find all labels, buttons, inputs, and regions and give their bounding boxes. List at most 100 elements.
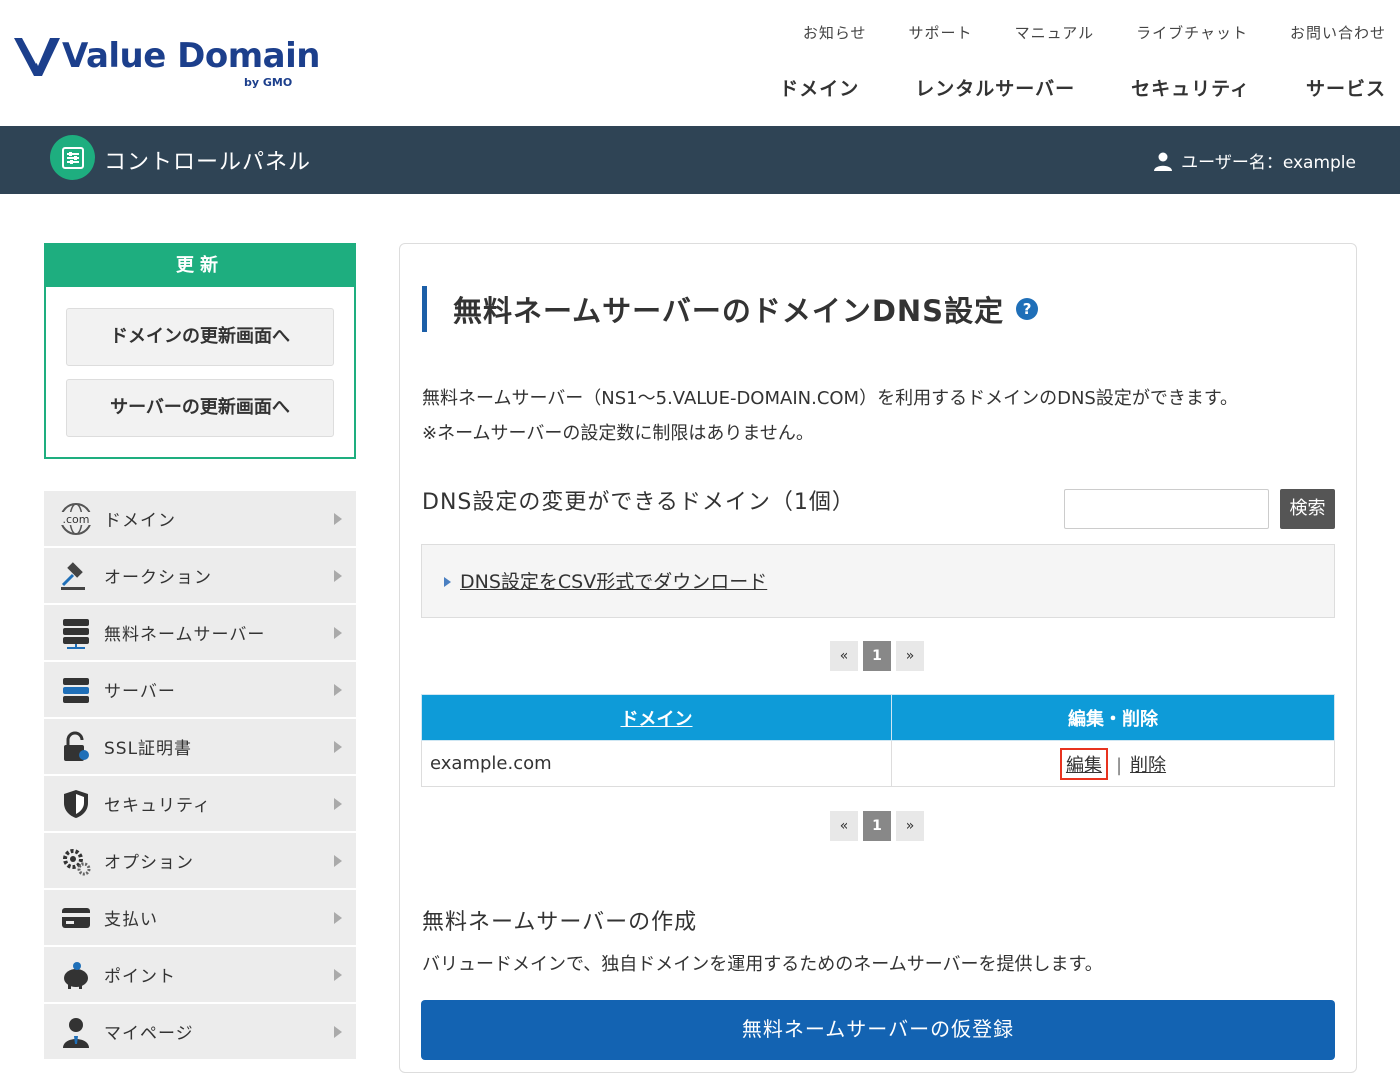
pagination-bottom: « 1 » — [830, 811, 929, 841]
sidebar-item-label: ドメイン — [104, 511, 176, 531]
page-title-area: 無料ネームサーバーのドメインDNS設定 ? — [422, 286, 1039, 332]
sidebar-item-domain[interactable]: .com ドメイン — [44, 491, 356, 548]
chevron-right-icon — [334, 798, 342, 810]
util-nav-livechat[interactable]: ライブチャット — [1136, 22, 1248, 43]
sidebar-item-point[interactable]: ポイント — [44, 947, 356, 1004]
separator: | — [1115, 754, 1123, 776]
sidebar-item-auction[interactable]: オークション — [44, 548, 356, 605]
util-nav-news[interactable]: お知らせ — [803, 22, 867, 43]
sidebar-menu: .com ドメイン オークション 無料ネームサーバー サーバー SSL証明書 セ… — [44, 491, 356, 1061]
domain-renew-button[interactable]: ドメインの更新画面へ — [66, 308, 334, 366]
pager-current[interactable]: 1 — [863, 811, 891, 841]
main-nav-rental-server[interactable]: レンタルサーバー — [915, 74, 1075, 101]
piggy-bank-icon — [56, 955, 96, 995]
domain-com-icon: .com — [56, 499, 96, 539]
server-renew-button[interactable]: サーバーの更新画面へ — [66, 379, 334, 437]
search-button[interactable]: 検索 — [1280, 489, 1335, 529]
sidebar-item-label: サーバー — [104, 682, 176, 702]
control-panel-bar: コントロールパネル ユーザー名：example — [0, 126, 1400, 194]
sidebar-item-mypage[interactable]: マイページ — [44, 1004, 356, 1061]
pager-next[interactable]: » — [896, 641, 924, 671]
chevron-right-icon — [334, 912, 342, 924]
gavel-icon — [56, 556, 96, 596]
help-icon[interactable]: ? — [1016, 298, 1039, 320]
util-nav-support[interactable]: サポート — [909, 22, 973, 43]
shield-icon — [56, 784, 96, 824]
chevron-right-icon — [334, 969, 342, 981]
table-row: example.com 編集 | 削除 — [421, 740, 1335, 787]
value-domain-logo-icon — [14, 38, 60, 76]
chevron-right-icon — [334, 855, 342, 867]
main-panel: 無料ネームサーバーのドメインDNS設定 ? 無料ネームサーバー（NS1〜5.VA… — [399, 243, 1357, 1073]
sidebar-item-label: ポイント — [104, 967, 176, 987]
main-nav: ドメイン レンタルサーバー セキュリティ サービス — [723, 74, 1386, 101]
create-nameserver-desc: バリュードメインで、独自ドメインを運用するためのネームサーバーを提供します。 — [422, 954, 1103, 975]
chevron-right-icon — [334, 627, 342, 639]
user-icon — [1154, 152, 1173, 171]
triangle-right-icon — [444, 577, 451, 587]
create-nameserver-title: 無料ネームサーバーの作成 — [422, 910, 698, 935]
pager-prev[interactable]: « — [830, 641, 858, 671]
page-description: 無料ネームサーバー（NS1〜5.VALUE-DOMAIN.COM）を利用するドメ… — [422, 388, 1239, 409]
page-title: 無料ネームサーバーのドメインDNS設定 — [453, 294, 1005, 328]
sidebar-item-security[interactable]: セキュリティ — [44, 776, 356, 833]
pager-next[interactable]: » — [896, 811, 924, 841]
sidebar-item-label: SSL証明書 — [104, 739, 193, 759]
sidebar-item-label: 支払い — [104, 910, 158, 930]
sidebar-item-ssl[interactable]: SSL証明書 — [44, 719, 356, 776]
pager-prev[interactable]: « — [830, 811, 858, 841]
main-nav-domain[interactable]: ドメイン — [779, 74, 859, 101]
domain-table: ドメイン 編集・削除 example.com 編集 | 削除 — [421, 694, 1335, 787]
util-nav-manual[interactable]: マニュアル — [1015, 22, 1095, 43]
server-icon — [56, 670, 96, 710]
control-panel-title[interactable]: コントロールパネル — [104, 144, 311, 176]
search-input[interactable] — [1064, 489, 1269, 529]
sidebar-item-option[interactable]: オプション — [44, 833, 356, 890]
brand-name: Value Domain — [62, 36, 320, 76]
delete-link[interactable]: 削除 — [1130, 755, 1166, 776]
sidebar-item-free-nameserver[interactable]: 無料ネームサーバー — [44, 605, 356, 662]
sidebar-item-label: マイページ — [104, 1024, 194, 1044]
util-nav-contact[interactable]: お問い合わせ — [1290, 22, 1386, 43]
sidebar-item-label: オプション — [104, 853, 194, 873]
chevron-right-icon — [334, 684, 342, 696]
domain-cell: example.com — [421, 740, 892, 787]
ssl-lock-icon — [56, 727, 96, 767]
gear-icon — [56, 841, 96, 881]
chevron-right-icon — [334, 1026, 342, 1038]
site-header: Value Domain by GMO お知らせ サポート マニュアル ライブチ… — [0, 0, 1400, 126]
sidebar-item-payment[interactable]: 支払い — [44, 890, 356, 947]
chevron-right-icon — [334, 741, 342, 753]
control-panel-icon — [50, 135, 95, 180]
svg-text:.com: .com — [63, 513, 90, 526]
user-icon — [56, 1012, 96, 1052]
page-note: ※ネームサーバーの設定数に制限はありません。 — [422, 423, 814, 444]
renew-heading: 更新 — [46, 245, 354, 287]
chevron-right-icon — [334, 513, 342, 525]
sidebar-item-label: 無料ネームサーバー — [104, 625, 266, 645]
renew-box: 更新 ドメインの更新画面へ サーバーの更新画面へ — [44, 243, 356, 459]
username-label: ユーザー名：example — [1181, 153, 1356, 173]
edit-link[interactable]: 編集 — [1059, 747, 1108, 780]
card-icon — [56, 898, 96, 938]
chevron-right-icon — [334, 570, 342, 582]
pagination-top: « 1 » — [830, 641, 929, 671]
pager-current[interactable]: 1 — [863, 641, 891, 671]
nameserver-icon — [56, 613, 96, 653]
sidebar-item-server[interactable]: サーバー — [44, 662, 356, 719]
main-nav-security[interactable]: セキュリティ — [1131, 74, 1250, 101]
column-header-domain[interactable]: ドメイン — [421, 694, 892, 741]
csv-download-link[interactable]: DNS設定をCSV形式でダウンロード — [460, 567, 767, 594]
user-info[interactable]: ユーザー名：example — [1153, 148, 1356, 173]
action-cell: 編集 | 削除 — [891, 740, 1335, 787]
main-nav-service[interactable]: サービス — [1306, 74, 1386, 101]
column-header-edit-delete: 編集・削除 — [891, 694, 1335, 741]
domain-list-title: DNS設定の変更ができるドメイン（1個） — [422, 490, 855, 515]
sidebar-item-label: セキュリティ — [104, 796, 211, 816]
provisional-register-button[interactable]: 無料ネームサーバーの仮登録 — [421, 1000, 1335, 1060]
csv-download-box: DNS設定をCSV形式でダウンロード — [421, 544, 1335, 618]
brand-logo[interactable]: Value Domain — [14, 36, 320, 78]
brand-sub: by GMO — [244, 76, 293, 89]
utility-nav: お知らせ サポート マニュアル ライブチャット お問い合わせ — [761, 22, 1386, 43]
sidebar-item-label: オークション — [104, 568, 212, 588]
